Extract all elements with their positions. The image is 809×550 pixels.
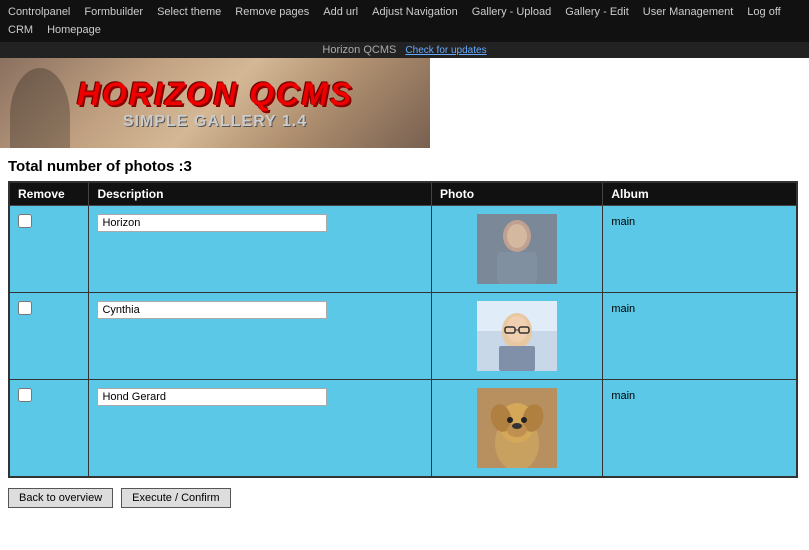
nav-adjust-navigation[interactable]: Adjust Navigation <box>366 4 464 20</box>
album-cell-3: main <box>603 380 797 478</box>
desc-cell-3 <box>89 380 432 478</box>
nav-user-management[interactable]: User Management <box>637 4 740 20</box>
desc-cell-1 <box>89 206 432 293</box>
sub-navigation: Horizon QCMS Check for updates <box>0 42 809 58</box>
banner-title: HORIZON QCMS <box>77 76 353 113</box>
nav-add-url[interactable]: Add url <box>317 4 364 20</box>
bottom-bar: Back to overview Execute / Confirm <box>0 482 809 514</box>
album-cell-2: main <box>603 293 797 380</box>
photo-image-2 <box>477 301 557 371</box>
nav-gallery-upload[interactable]: Gallery - Upload <box>466 4 557 20</box>
col-header-album: Album <box>603 182 797 206</box>
table-row: main <box>9 293 797 380</box>
desc-cell-2 <box>89 293 432 380</box>
photo-image-1 <box>477 214 557 284</box>
photo-image-3 <box>477 388 557 468</box>
remove-cell-2 <box>9 293 89 380</box>
nav-select-theme[interactable]: Select theme <box>151 4 227 20</box>
album-text-3: main <box>611 390 635 402</box>
nav-formbuilder[interactable]: Formbuilder <box>78 4 149 20</box>
photo-count-label: Total number of photos :3 <box>0 148 809 181</box>
remove-checkbox-1[interactable] <box>18 214 32 228</box>
gallery-table: Remove Description Photo Album <box>8 181 798 478</box>
remove-checkbox-3[interactable] <box>18 388 32 402</box>
banner-subtitle: SIMPLE GALLERY 1.4 <box>123 113 307 131</box>
table-row: main <box>9 380 797 478</box>
photo-cell-2 <box>432 293 603 380</box>
photo-cell-3 <box>432 380 603 478</box>
execute-confirm-button[interactable]: Execute / Confirm <box>121 488 230 508</box>
remove-cell-3 <box>9 380 89 478</box>
brand-label: Horizon QCMS <box>322 44 396 56</box>
album-cell-1: main <box>603 206 797 293</box>
col-header-remove: Remove <box>9 182 89 206</box>
photo-cell-1 <box>432 206 603 293</box>
col-header-photo: Photo <box>432 182 603 206</box>
desc-input-2[interactable] <box>97 301 327 319</box>
desc-input-1[interactable] <box>97 214 327 232</box>
col-header-description: Description <box>89 182 432 206</box>
album-text-2: main <box>611 303 635 315</box>
top-navigation: Controlpanel Formbuilder Select theme Re… <box>0 0 809 42</box>
back-to-overview-button[interactable]: Back to overview <box>8 488 113 508</box>
table-row: main <box>9 206 797 293</box>
nav-log-off[interactable]: Log off <box>741 4 786 20</box>
nav-controlpanel[interactable]: Controlpanel <box>2 4 76 20</box>
nav-homepage[interactable]: Homepage <box>41 22 107 38</box>
nav-remove-pages[interactable]: Remove pages <box>229 4 315 20</box>
banner-overlay: HORIZON QCMS SIMPLE GALLERY 1.4 <box>0 58 430 148</box>
check-updates-link[interactable]: Check for updates <box>405 45 486 56</box>
table-header-row: Remove Description Photo Album <box>9 182 797 206</box>
nav-gallery-edit[interactable]: Gallery - Edit <box>559 4 635 20</box>
banner: HORIZON QCMS SIMPLE GALLERY 1.4 <box>0 58 430 148</box>
nav-crm[interactable]: CRM <box>2 22 39 38</box>
remove-cell-1 <box>9 206 89 293</box>
desc-input-3[interactable] <box>97 388 327 406</box>
album-text-1: main <box>611 216 635 228</box>
remove-checkbox-2[interactable] <box>18 301 32 315</box>
